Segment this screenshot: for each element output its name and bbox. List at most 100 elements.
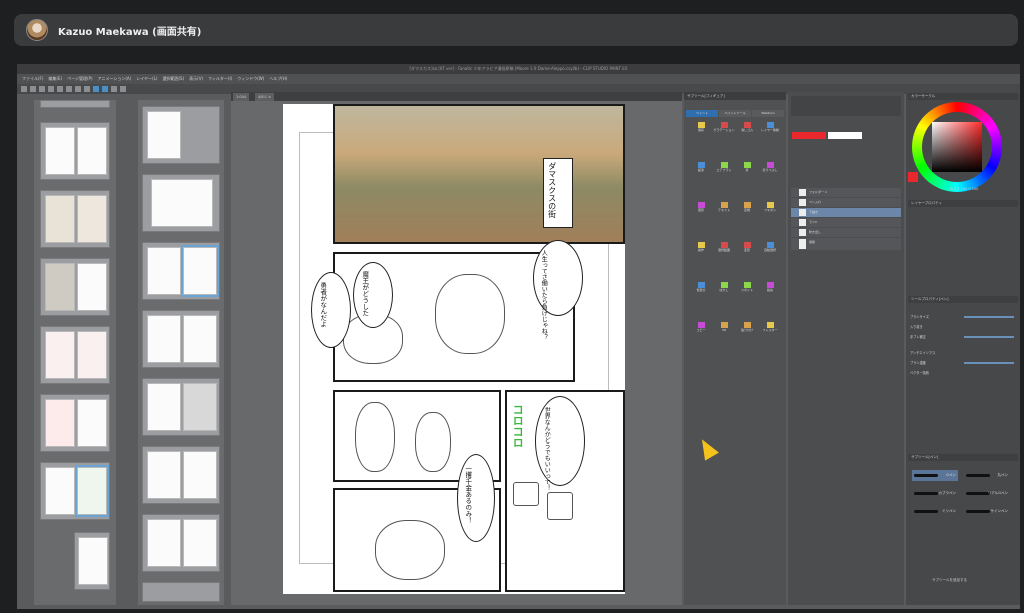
- fill-icon[interactable]: [75, 86, 81, 92]
- page-thumbnail[interactable]: [45, 331, 75, 379]
- page-spread[interactable]: [142, 582, 220, 602]
- tool-item[interactable]: 色混ぜ: [690, 282, 712, 296]
- tool-item[interactable]: コピー: [690, 322, 712, 336]
- tool-item[interactable]: 貼り付け: [736, 322, 758, 336]
- tool-item[interactable]: 変形: [736, 242, 758, 256]
- menu-file[interactable]: ファイル(F): [22, 74, 43, 84]
- layer-row[interactable]: ラフ2: [791, 218, 901, 227]
- page-thumbnail[interactable]: [45, 399, 75, 447]
- brush-maru[interactable]: 丸ペン: [964, 470, 1010, 481]
- page-spread[interactable]: [40, 122, 110, 180]
- layer-row[interactable]: ペン入れ: [791, 198, 901, 207]
- snap-ruler-icon[interactable]: [93, 86, 99, 92]
- page-spread[interactable]: [40, 100, 110, 108]
- menu-select[interactable]: 選択範囲(S): [162, 74, 184, 84]
- menu-page[interactable]: ページ管理(P): [67, 74, 92, 84]
- page-thumbnail[interactable]: [183, 315, 217, 363]
- menu-filter[interactable]: フィルター(I): [208, 74, 232, 84]
- tool-item[interactable]: レイヤー移動: [759, 122, 781, 136]
- sub-color-swatch[interactable]: [828, 132, 862, 139]
- tool-item[interactable]: ぼかし: [713, 282, 735, 296]
- tool-item[interactable]: 自動選択: [759, 242, 781, 256]
- tab-paint[interactable]: ペイント: [686, 110, 718, 117]
- redo-icon[interactable]: [57, 86, 63, 92]
- save-icon[interactable]: [39, 86, 45, 92]
- brush-real-gpen[interactable]: リアルGペン: [964, 488, 1010, 499]
- canvas-tab[interactable]: 1:004: [233, 93, 250, 101]
- undo-icon[interactable]: [48, 86, 54, 92]
- tool-item[interactable]: 塗りつぶし: [759, 162, 781, 176]
- canvas-area[interactable]: 1:004 4/8:1 × ダマスクスの街 勇者がなんだよ 魔王がどうした 人生…: [231, 92, 682, 605]
- page-spread[interactable]: [142, 310, 220, 368]
- page-spread[interactable]: [142, 174, 220, 232]
- snap-grid-icon[interactable]: [102, 86, 108, 92]
- page-thumbnail[interactable]: [77, 263, 107, 311]
- current-color-swatch[interactable]: [908, 172, 918, 182]
- page-thumbnail[interactable]: [77, 399, 107, 447]
- page-thumbnail[interactable]: [78, 537, 108, 585]
- manga-page[interactable]: ダマスクスの街 勇者がなんだよ 魔王がどうした 人生ってさ働いたら負けじゃね？: [283, 104, 625, 594]
- tool-item[interactable]: フィルター: [759, 322, 781, 336]
- layer-row[interactable]: 用紙: [791, 238, 901, 250]
- page-spread[interactable]: [40, 394, 110, 452]
- speech-balloon[interactable]: 魔王がどうした: [353, 262, 393, 328]
- color-wheel[interactable]: [912, 102, 1002, 192]
- prop-antialias[interactable]: アンチエイリアス: [910, 350, 1016, 356]
- tool-item[interactable]: グラデーション: [713, 122, 735, 136]
- page-thumbnail[interactable]: [147, 383, 181, 431]
- menu-animation[interactable]: アニメーション(A): [98, 74, 132, 84]
- tool-item[interactable]: テキスト: [713, 202, 735, 216]
- menu-edit[interactable]: 編集(E): [48, 74, 62, 84]
- add-subtool-button[interactable]: サブツールを追加する: [932, 578, 967, 583]
- tool-item[interactable]: スポイト: [736, 282, 758, 296]
- page-thumbnail[interactable]: [151, 179, 213, 227]
- page-thumbnail[interactable]: [45, 127, 75, 175]
- main-color-swatch[interactable]: [792, 132, 826, 139]
- caption-box[interactable]: ダマスクスの街: [543, 158, 573, 228]
- tool-item[interactable]: 鉛筆: [690, 162, 712, 176]
- page-thumbnail[interactable]: [45, 195, 75, 243]
- page-thumbnail-selected[interactable]: [75, 465, 109, 517]
- menu-window[interactable]: ウィンドウ(W): [237, 74, 264, 84]
- tool-item[interactable]: 消しゴム: [736, 122, 758, 136]
- speech-balloon[interactable]: 人生ってさ働いたら負けじゃね？: [533, 240, 583, 340]
- page-thumbnail[interactable]: [45, 467, 75, 515]
- page-spread[interactable]: [142, 378, 220, 436]
- menu-layer[interactable]: レイヤー(L): [136, 74, 157, 84]
- layer-row[interactable]: 吹き出し: [791, 228, 901, 237]
- speech-balloon[interactable]: 勇者がなんだよ: [311, 272, 351, 348]
- page-spread[interactable]: [142, 106, 220, 164]
- transform-icon[interactable]: [84, 86, 90, 92]
- page-spread[interactable]: [142, 446, 220, 504]
- page-thumbnail[interactable]: [77, 331, 107, 379]
- page-thumbnail[interactable]: [183, 519, 217, 567]
- tool-item[interactable]: 操作: [690, 242, 712, 256]
- prop-brush-density[interactable]: ブラシ濃度: [910, 360, 1016, 366]
- tool-item[interactable]: 筆: [736, 162, 758, 176]
- tool-item[interactable]: エアブラシ: [713, 162, 735, 176]
- page-thumbnail[interactable]: [147, 519, 181, 567]
- page-spread[interactable]: [40, 190, 110, 248]
- tab-paint-tools[interactable]: ペイントツール: [719, 110, 751, 117]
- brush-kabura[interactable]: カブラペン: [912, 488, 958, 499]
- layer-row[interactable]: フォルダー 1: [791, 188, 901, 197]
- brush-gpen[interactable]: Gペン: [912, 470, 958, 481]
- page-spread[interactable]: [142, 242, 220, 300]
- page-spread[interactable]: [40, 326, 110, 384]
- tool-item[interactable]: 選択範囲: [713, 242, 735, 256]
- brush-sign[interactable]: サインペン: [964, 506, 1010, 517]
- tool-item[interactable]: 3D: [713, 322, 735, 336]
- page-spread[interactable]: [40, 258, 110, 316]
- prop-brush-size[interactable]: ブラシサイズ: [910, 314, 1016, 320]
- page-navigator-left[interactable]: [34, 100, 116, 605]
- page-thumbnail[interactable]: [147, 315, 181, 363]
- page-thumbnail-selected[interactable]: [181, 245, 219, 297]
- page-spread[interactable]: [142, 514, 220, 572]
- page-spread[interactable]: [74, 532, 110, 590]
- canvas-tab-active[interactable]: 4/8:1 ×: [255, 93, 275, 101]
- new-icon[interactable]: [21, 86, 27, 92]
- page-thumbnail[interactable]: [183, 383, 217, 431]
- speech-balloon[interactable]: 世界なんかどうでもいいって！: [535, 396, 585, 491]
- settings-icon[interactable]: [120, 86, 126, 92]
- speech-balloon[interactable]: 一攫千金あるのみ！: [457, 454, 495, 542]
